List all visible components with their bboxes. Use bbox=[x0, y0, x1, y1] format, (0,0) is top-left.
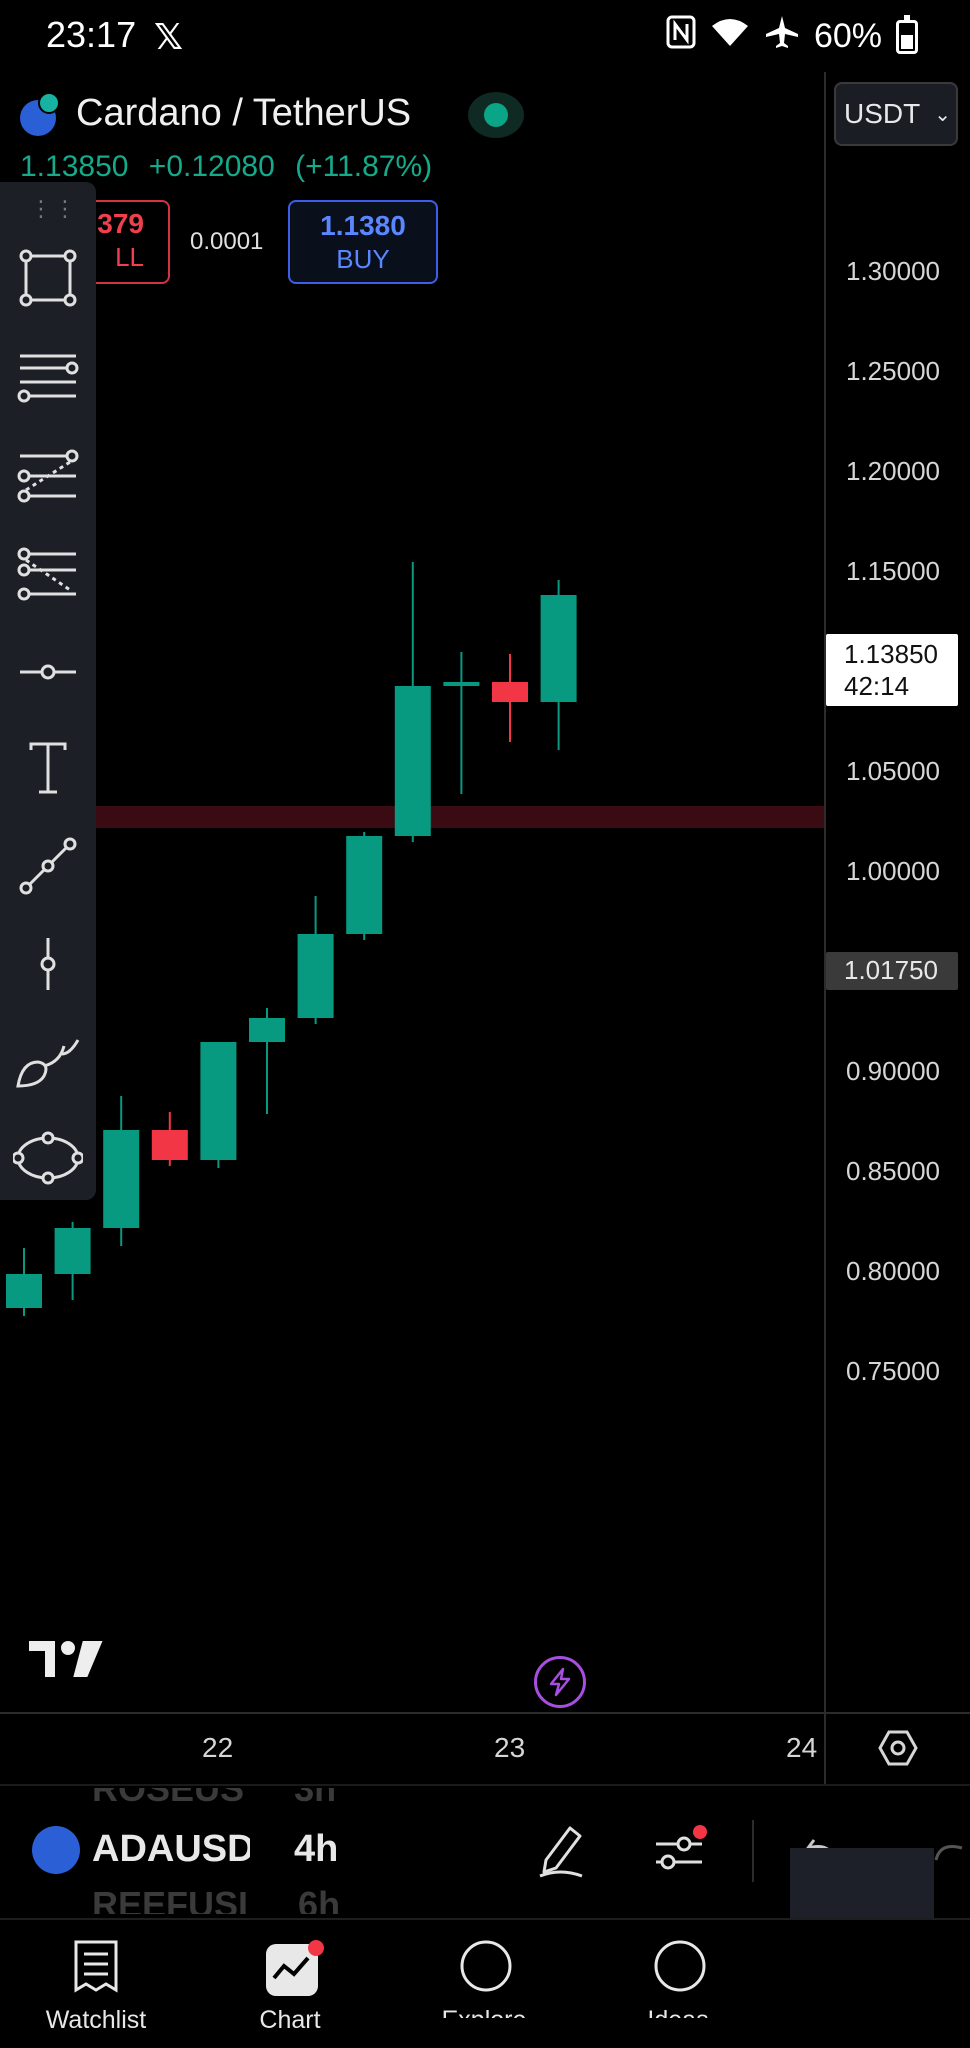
parallel-lines-icon[interactable] bbox=[10, 338, 86, 414]
candle-body-down bbox=[151, 1130, 188, 1160]
price-tick: 0.85000 bbox=[846, 1156, 940, 1186]
last-price-tag-value: 1.13850 bbox=[844, 639, 938, 669]
candle-body-up bbox=[346, 836, 383, 934]
price-tick: 0.90000 bbox=[846, 1056, 940, 1086]
candle-body-up bbox=[297, 934, 334, 1018]
lightning-icon[interactable] bbox=[534, 1656, 586, 1708]
ellipse-icon[interactable] bbox=[10, 1120, 86, 1196]
candle-body-up bbox=[394, 686, 431, 836]
last-price-tag: 1.13850 42:14 bbox=[826, 634, 958, 706]
chevron-down-icon: ⌄ bbox=[934, 103, 951, 126]
indicators-icon[interactable] bbox=[652, 1822, 708, 1883]
candle-body-up bbox=[200, 1042, 237, 1160]
candle-body-down bbox=[492, 682, 528, 702]
rectangle-icon[interactable] bbox=[10, 240, 86, 316]
status-bar: 23:17 𝕏 60% bbox=[0, 0, 970, 72]
nav-label: Watchlist bbox=[45, 2006, 147, 2034]
x-app-icon: 𝕏 bbox=[154, 16, 184, 57]
currency-value: USDT bbox=[844, 98, 921, 129]
pencil-icon[interactable] bbox=[536, 1822, 586, 1883]
candle bbox=[200, 1042, 237, 1168]
watchlist-icon bbox=[70, 1938, 122, 1999]
chart-settings-icon[interactable] bbox=[878, 1730, 918, 1771]
time-tick: 22 bbox=[202, 1732, 234, 1763]
text-icon[interactable] bbox=[10, 730, 86, 806]
candle-body-up bbox=[103, 1130, 140, 1228]
candle bbox=[54, 1222, 91, 1300]
bottom-navigation: Watchlist Chart Explore Ideas bbox=[0, 1918, 970, 2048]
candle bbox=[443, 652, 480, 794]
nav-label: Chart bbox=[259, 2006, 321, 2034]
price-chart[interactable] bbox=[0, 72, 824, 1712]
vertical-line-icon[interactable] bbox=[10, 926, 86, 1002]
price-tick: 0.75000 bbox=[846, 1356, 940, 1386]
battery-percent: 60% bbox=[813, 17, 882, 55]
price-tick: 1.20000 bbox=[846, 456, 940, 486]
candle bbox=[492, 654, 528, 742]
airplane-icon bbox=[764, 14, 800, 59]
nav-label: Explore bbox=[441, 2006, 527, 2034]
candle bbox=[249, 1008, 285, 1114]
nfc-icon bbox=[666, 15, 696, 58]
symbol-selector[interactable]: ADAUSD bbox=[92, 1828, 250, 1871]
brush-icon[interactable] bbox=[10, 1024, 86, 1100]
candle bbox=[6, 1248, 42, 1316]
horizontal-level-line[interactable] bbox=[96, 806, 824, 828]
drawing-toolbar: ⋮⋮ bbox=[0, 182, 96, 1200]
interval-selector[interactable]: 4h bbox=[294, 1828, 338, 1871]
candle bbox=[346, 832, 383, 940]
candle bbox=[297, 896, 334, 1024]
status-time: 23:17 bbox=[46, 14, 137, 55]
wifi-icon bbox=[710, 16, 750, 57]
currency-select[interactable]: USDT ⌄ bbox=[834, 82, 958, 146]
nav-chart[interactable]: Chart bbox=[200, 1920, 380, 2048]
nav-ideas[interactable]: Ideas bbox=[588, 1920, 768, 2034]
divider bbox=[752, 1820, 754, 1882]
candle-body-up bbox=[6, 1274, 42, 1308]
trend-line-icon[interactable] bbox=[10, 828, 86, 904]
cardano-logo-icon bbox=[32, 1826, 80, 1874]
price-tick: 1.15000 bbox=[846, 556, 940, 586]
candle-body-up bbox=[443, 682, 480, 686]
candle-body-up bbox=[249, 1018, 285, 1042]
time-tick: 23 bbox=[494, 1732, 526, 1763]
bar-countdown: 42:14 bbox=[844, 671, 910, 701]
price-tick: 0.80000 bbox=[846, 1256, 940, 1286]
price-axis-divider bbox=[824, 72, 826, 1784]
level-price-tag: 1.01750 bbox=[826, 952, 958, 990]
candle bbox=[151, 1112, 188, 1166]
price-tick: 1.30000 bbox=[846, 256, 940, 286]
status-icons: 60% bbox=[666, 14, 918, 59]
nav-label: Ideas bbox=[647, 2006, 709, 2034]
candle bbox=[394, 562, 431, 842]
candle-body-up bbox=[540, 595, 577, 702]
nav-watchlist[interactable]: Watchlist bbox=[6, 1920, 186, 2048]
candle bbox=[103, 1096, 140, 1246]
nav-explore[interactable]: Explore bbox=[394, 1920, 574, 2034]
price-tick: 1.05000 bbox=[846, 756, 940, 786]
battery-icon bbox=[896, 14, 918, 54]
channel-icon[interactable] bbox=[10, 438, 86, 514]
time-tick: 24 bbox=[786, 1732, 818, 1763]
drag-handle-icon[interactable]: ⋮⋮ bbox=[30, 196, 78, 222]
price-tick: 1.25000 bbox=[846, 356, 940, 386]
price-tick: 1.00000 bbox=[846, 856, 940, 886]
time-axis-divider bbox=[0, 1712, 970, 1714]
horizontal-ray-icon[interactable] bbox=[10, 634, 86, 710]
explore-icon bbox=[458, 1938, 514, 1999]
ideas-icon bbox=[652, 1938, 708, 1999]
candle bbox=[540, 580, 577, 750]
pitchfork-icon[interactable] bbox=[10, 536, 86, 612]
chart-icon bbox=[264, 1938, 328, 2003]
redo-icon[interactable] bbox=[930, 1834, 970, 1869]
tradingview-logo-icon[interactable] bbox=[26, 1636, 108, 1687]
candle-body-up bbox=[54, 1228, 91, 1274]
